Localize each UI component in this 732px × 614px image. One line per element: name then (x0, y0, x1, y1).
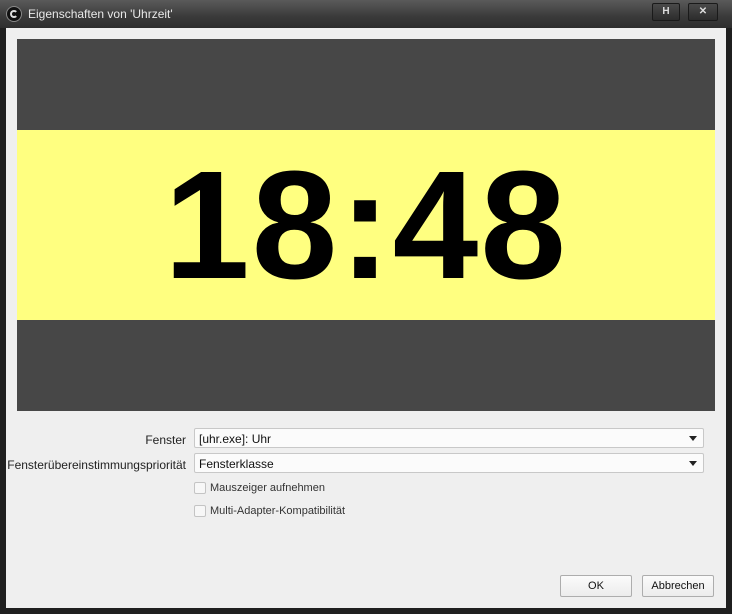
obs-app-icon (6, 6, 22, 22)
window-title: Eigenschaften von 'Uhrzeit' (28, 7, 173, 21)
cancel-button[interactable]: Abbrechen (642, 575, 714, 597)
captured-clock-band: 18:48 (17, 130, 715, 320)
title-bar[interactable]: Eigenschaften von 'Uhrzeit' H ✕ (0, 0, 732, 28)
capture-cursor-checkbox[interactable] (194, 482, 206, 494)
clock-time-text: 18:48 (164, 139, 568, 311)
dialog-body: 18:48 Fenster [uhr.exe]: Uhr Fensterüber… (6, 28, 726, 608)
window-select-value: [uhr.exe]: Uhr (199, 432, 272, 446)
ok-button[interactable]: OK (560, 575, 632, 597)
priority-select-value: Fensterklasse (199, 457, 274, 471)
properties-dialog: Eigenschaften von 'Uhrzeit' H ✕ 18:48 Fe… (0, 0, 732, 614)
multi-adapter-checkbox[interactable] (194, 505, 206, 517)
chevron-down-icon (689, 461, 697, 466)
window-label: Fenster (145, 433, 186, 447)
chevron-down-icon (689, 436, 697, 441)
priority-select[interactable]: Fensterklasse (194, 453, 704, 473)
help-button[interactable]: H (652, 3, 680, 21)
window-select[interactable]: [uhr.exe]: Uhr (194, 428, 704, 448)
close-button[interactable]: ✕ (688, 3, 718, 21)
capture-cursor-label[interactable]: Mauszeiger aufnehmen (210, 482, 325, 494)
source-preview: 18:48 (17, 39, 715, 411)
multi-adapter-label[interactable]: Multi-Adapter-Kompatibilität (210, 505, 345, 517)
priority-label: Fensterübereinstimmungspriorität (7, 458, 186, 472)
